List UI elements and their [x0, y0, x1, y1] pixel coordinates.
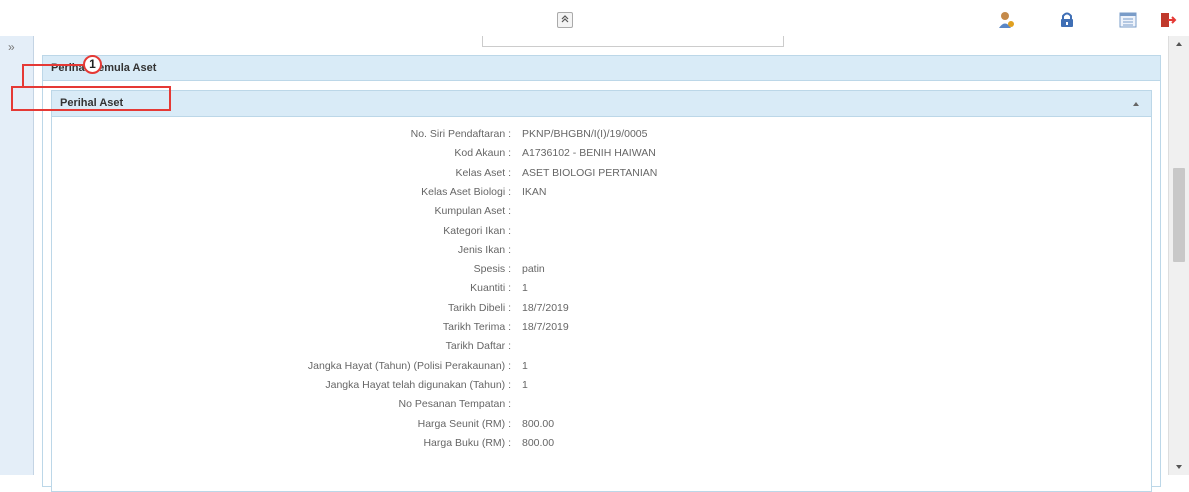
annotation-connector-vertical	[22, 64, 24, 88]
annotation-highlight-box	[11, 86, 171, 111]
field-row: Kelas Aset Biologi : IKAN	[52, 184, 1151, 200]
field-row: Tarikh Dibeli : 18/7/2019	[52, 300, 1151, 316]
field-row: Tarikh Terima : 18/7/2019	[52, 319, 1151, 335]
double-chevron-up-icon	[561, 15, 569, 23]
field-row: Jenis Ikan :	[52, 242, 1151, 258]
field-row: Tarikh Daftar :	[52, 338, 1151, 354]
field-row: Harga Buku (RM) : 800.00	[52, 435, 1151, 451]
scroll-up-arrow-icon[interactable]	[1176, 42, 1182, 46]
list-view-icon[interactable]	[1119, 11, 1137, 29]
field-value: 18/7/2019	[522, 301, 569, 314]
field-value: ASET BIOLOGI PERTANIAN	[522, 166, 658, 179]
field-label: No Pesanan Tempatan :	[398, 398, 511, 411]
field-row: Kod Akaun : A1736102 - BENIH HAIWAN	[52, 145, 1151, 161]
annotation-connector-horizontal	[22, 64, 84, 66]
field-value: 1	[522, 359, 528, 372]
field-label: Tarikh Terima :	[442, 321, 511, 333]
field-row: Kuantiti : 1	[52, 280, 1151, 296]
panel-header-perihal-pemula-aset[interactable]: Perihal Pemula Aset	[43, 56, 1160, 81]
panel-perihal-pemula-aset: Perihal Pemula Aset Perihal Aset No. Sir…	[42, 55, 1161, 492]
field-label: Jenis Ikan :	[457, 243, 511, 256]
field-label: Kelas Aset :	[455, 166, 511, 179]
expand-sidebar-toggle[interactable]: »	[8, 40, 15, 54]
field-value: 800.00	[522, 436, 555, 449]
field-label: Tarikh Daftar :	[445, 340, 511, 353]
scrollbar-thumb[interactable]	[1173, 168, 1185, 262]
field-value: 1	[522, 282, 528, 295]
field-row: Spesis : patin	[52, 261, 1151, 277]
collapse-caret-icon[interactable]	[1133, 102, 1139, 106]
field-label: Jangka Hayat (Tahun) (Polisi Perakaunan)…	[307, 359, 511, 372]
field-label: Kelas Aset Biologi :	[421, 185, 511, 198]
field-row: Harga Seunit (RM) : 800.00	[52, 416, 1151, 432]
vertical-scrollbar[interactable]	[1168, 36, 1189, 475]
top-input-box[interactable]	[482, 36, 784, 47]
field-label: Spesis :	[473, 263, 511, 276]
field-value: A1736102 - BENIH HAIWAN	[522, 147, 656, 160]
field-label: Kategori Ikan :	[443, 224, 511, 237]
main-content: Perihal Pemula Aset Perihal Aset No. Sir…	[34, 36, 1167, 492]
panel-header-perihal-aset[interactable]: Perihal Aset	[52, 91, 1151, 117]
annotation-step-badge: 1	[83, 55, 102, 74]
field-row: Kumpulan Aset :	[52, 203, 1151, 219]
logout-icon[interactable]	[1159, 11, 1177, 29]
field-value: PKNP/BHGBN/I(I)/19/0005	[522, 128, 648, 140]
field-value: 1	[522, 378, 528, 391]
field-label: Kumpulan Aset :	[434, 205, 511, 218]
field-row: No Pesanan Tempatan :	[52, 396, 1151, 412]
field-row: Jangka Hayat (Tahun) (Polisi Perakaunan)…	[52, 358, 1151, 374]
field-row: Kelas Aset : ASET BIOLOGI PERTANIAN	[52, 165, 1151, 181]
field-label: Kuantiti :	[470, 282, 511, 295]
field-row: No. Siri Pendaftaran : PKNP/BHGBN/I(I)/19…	[52, 126, 1151, 142]
field-label: Harga Seunit (RM) :	[417, 417, 511, 430]
field-value: 800.00	[522, 417, 555, 430]
user-settings-icon[interactable]	[998, 11, 1016, 29]
field-label: Kod Akaun :	[454, 147, 511, 160]
lock-icon[interactable]	[1058, 11, 1076, 29]
field-row: Kategori Ikan :	[52, 223, 1151, 239]
field-value: IKAN	[522, 185, 547, 198]
top-toolbar	[0, 0, 1189, 36]
collapse-header-button[interactable]	[557, 12, 573, 28]
field-label: Harga Buku (RM) :	[423, 436, 511, 449]
field-value: patin	[522, 263, 545, 276]
field-label: No. Siri Pendaftaran :	[410, 128, 511, 140]
field-label: Jangka Hayat telah digunakan (Tahun) :	[325, 378, 511, 391]
field-row: Jangka Hayat telah digunakan (Tahun) : 1	[52, 377, 1151, 393]
field-value: 18/7/2019	[522, 321, 569, 333]
scroll-down-arrow-icon[interactable]	[1176, 465, 1182, 469]
field-label: Tarikh Dibeli :	[447, 301, 511, 314]
panel-perihal-aset: Perihal Aset No. Siri Pendaftaran : PKNP/…	[51, 90, 1152, 492]
